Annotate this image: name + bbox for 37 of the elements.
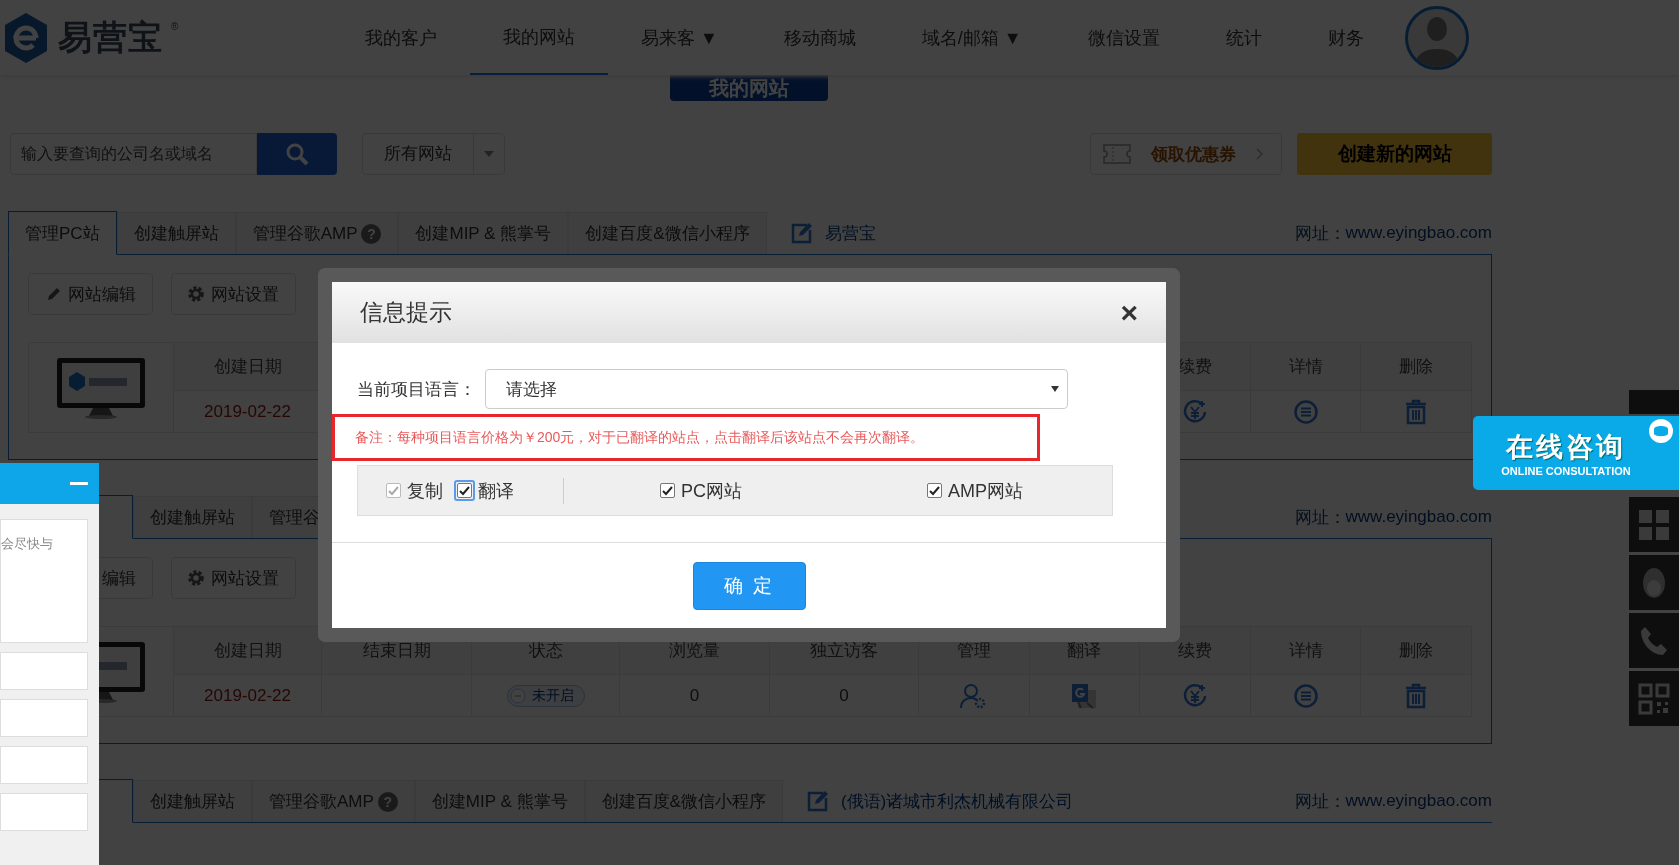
side-tab[interactable]	[1629, 390, 1679, 414]
date-cell: 2019-02-22	[204, 685, 291, 706]
url-label: 网址：	[1294, 222, 1346, 245]
close-button[interactable]: ×	[1116, 297, 1142, 328]
option-label: 翻译	[478, 479, 514, 503]
option-label: AMP网站	[948, 479, 1023, 503]
checkbox[interactable]	[660, 483, 675, 498]
caret-icon	[1051, 386, 1059, 392]
site-name: (俄语)诸城市利杰机械有限公司	[840, 790, 1074, 813]
site-name: 易营宝	[824, 222, 876, 245]
site-url[interactable]: www.eyingbao.com	[1345, 507, 1492, 527]
date-cell: 2019-02-22	[204, 401, 291, 422]
consult-subtitle: ONLINE CONSULTATION	[1501, 465, 1631, 477]
consult-title: 在线咨询	[1506, 431, 1626, 464]
site-url[interactable]: www.eyingbao.com	[1345, 791, 1492, 811]
input-field[interactable]	[0, 652, 88, 690]
input-field[interactable]	[0, 699, 88, 737]
registered-mark: ®	[171, 20, 179, 32]
option-label: 复制	[407, 479, 443, 503]
grid-icon[interactable]	[1637, 507, 1671, 542]
url-label: 网址：	[1294, 790, 1346, 813]
language-select[interactable]: 请选择	[485, 369, 1068, 409]
price-note: 备注：每种项目语言价格为￥200元，对于已翻译的站点，点击翻译后该站点不会再次翻译。	[332, 414, 1040, 461]
confirm-button[interactable]: 确 定	[692, 562, 806, 610]
checkbox[interactable]	[927, 483, 942, 498]
chat-bubble-icon	[1647, 418, 1675, 446]
input-field[interactable]	[0, 793, 88, 831]
option-label: PC网站	[681, 479, 742, 503]
minimize-icon[interactable]	[70, 482, 88, 485]
qr-code-icon[interactable]	[1638, 682, 1670, 715]
message-box[interactable]: 会尽快与	[0, 519, 88, 643]
site-url[interactable]: www.eyingbao.com	[1345, 223, 1492, 243]
dialog-title: 信息提示	[360, 298, 452, 327]
consultation-panel[interactable]: 在线咨询 ONLINE CONSULTATION	[1473, 416, 1679, 490]
field-label: 当前项目语言：	[357, 378, 477, 401]
input-field[interactable]	[0, 746, 88, 784]
url-label: 网址：	[1294, 506, 1346, 529]
